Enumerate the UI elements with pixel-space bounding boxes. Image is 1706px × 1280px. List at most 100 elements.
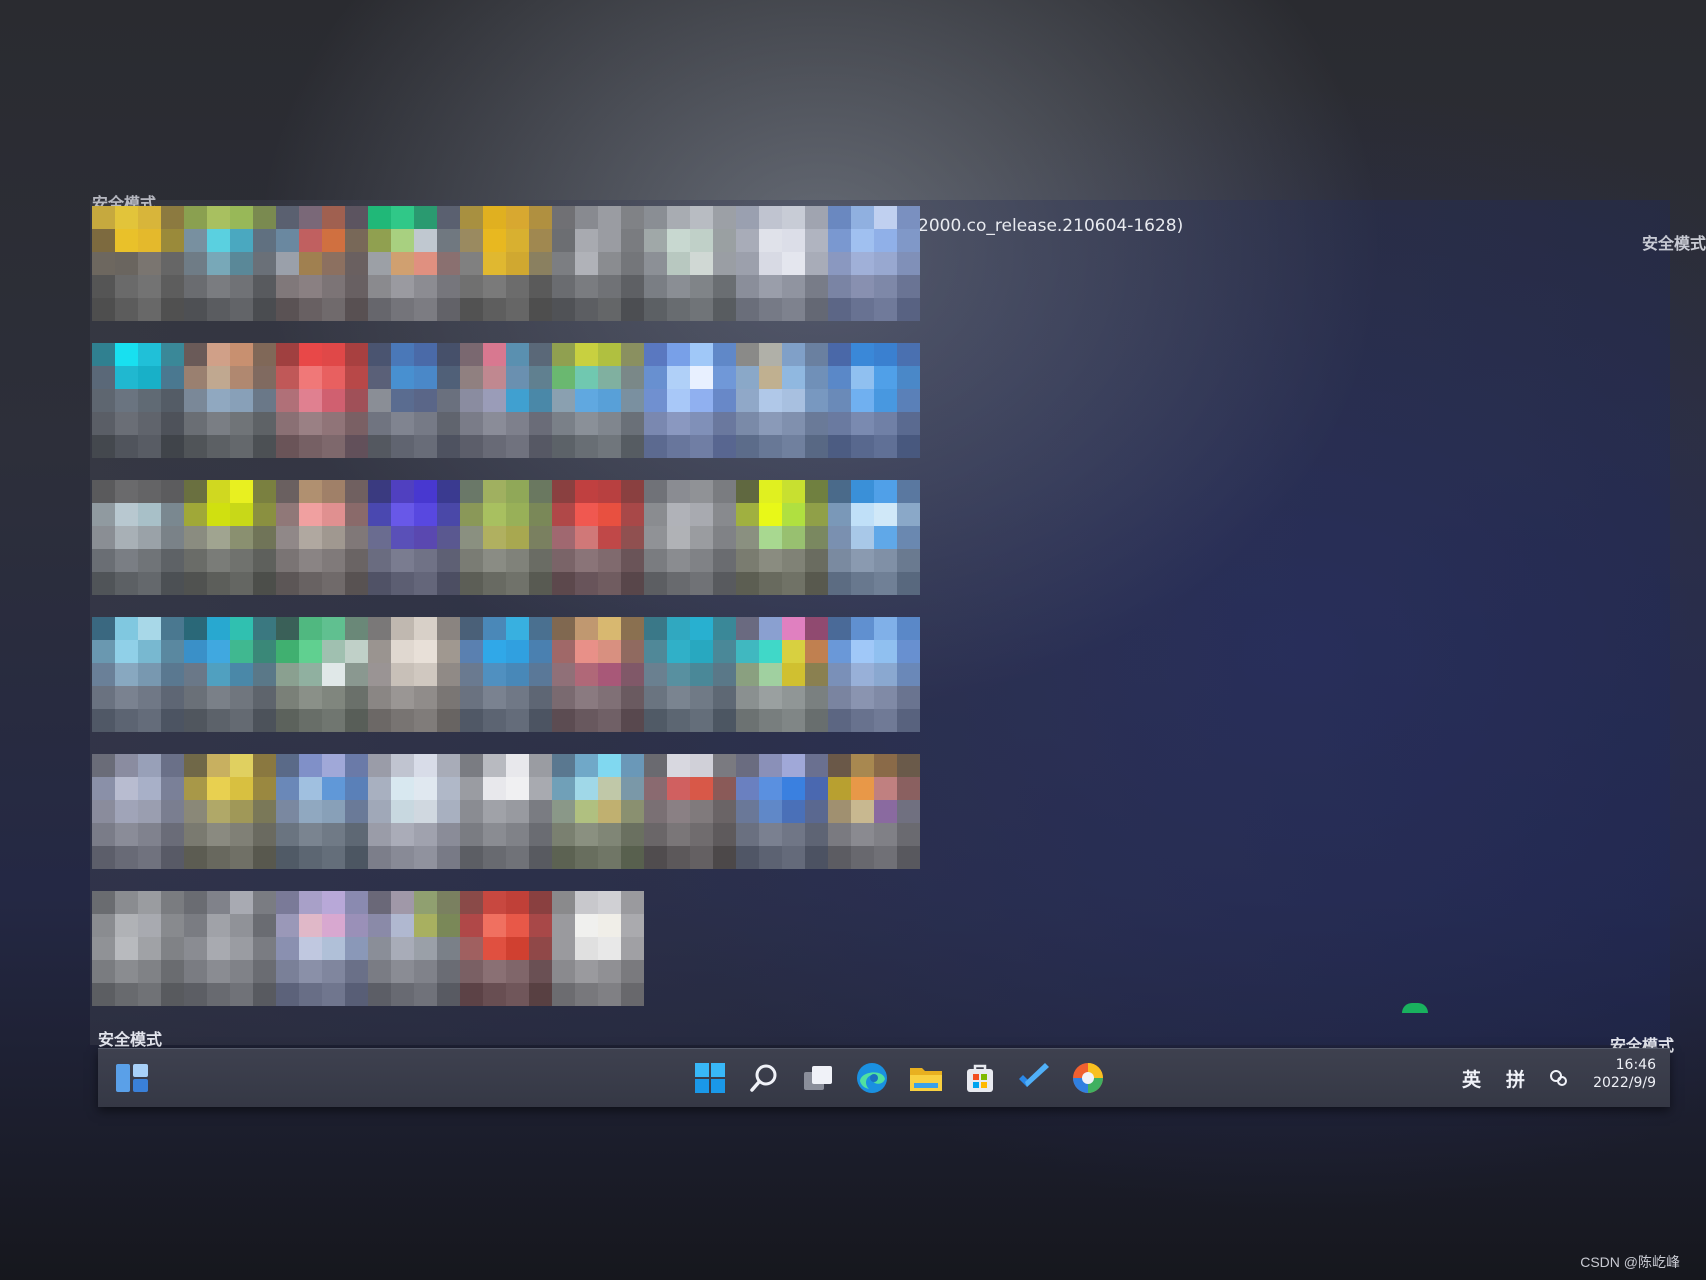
- desktop-icon[interactable]: [184, 611, 276, 754]
- pixel-block: [713, 480, 736, 503]
- desktop-icon[interactable]: [736, 474, 828, 617]
- pixel-block: [851, 617, 874, 640]
- pixel-block: [115, 914, 138, 937]
- desktop-icon[interactable]: [828, 611, 920, 754]
- desktop-icon[interactable]: [276, 885, 368, 1028]
- file-explorer-button[interactable]: [906, 1058, 946, 1098]
- desktop-icon[interactable]: [184, 885, 276, 1028]
- desktop-icon[interactable]: [276, 474, 368, 617]
- search-button[interactable]: [744, 1058, 784, 1098]
- desktop-icon[interactable]: [368, 748, 460, 891]
- desktop-icon[interactable]: [92, 474, 184, 617]
- desktop-icon[interactable]: [552, 611, 644, 754]
- ime-indicator[interactable]: 拼: [1506, 1065, 1525, 1092]
- language-indicator[interactable]: 英: [1462, 1065, 1481, 1092]
- colorful-app-button[interactable]: [1068, 1058, 1108, 1098]
- desktop-icon[interactable]: [736, 337, 828, 480]
- pixel-block: [575, 617, 598, 640]
- pixel-block: [460, 709, 483, 732]
- desktop-icon[interactable]: [460, 200, 552, 343]
- start-button[interactable]: [690, 1058, 730, 1098]
- task-view-button[interactable]: [798, 1058, 838, 1098]
- pixel-block: [759, 754, 782, 777]
- desktop-icon[interactable]: [460, 885, 552, 1028]
- desktop-icon[interactable]: [368, 337, 460, 480]
- desktop-icon[interactable]: [644, 337, 736, 480]
- pixel-block: [874, 229, 897, 252]
- pixel-block: [253, 800, 276, 823]
- desktop-icon[interactable]: [276, 611, 368, 754]
- desktop-icon[interactable]: [368, 885, 460, 1028]
- desktop-icon[interactable]: [368, 200, 460, 343]
- desktop-icon[interactable]: [828, 337, 920, 480]
- pixel-block: [207, 914, 230, 937]
- pixel-block: [621, 343, 644, 366]
- desktop-icon[interactable]: [552, 474, 644, 617]
- store-button[interactable]: [960, 1058, 1000, 1098]
- desktop-icon[interactable]: [552, 748, 644, 891]
- pixel-block: [851, 846, 874, 869]
- desktop-icon[interactable]: [276, 200, 368, 343]
- desktop-icon[interactable]: [184, 337, 276, 480]
- pixel-block: [667, 617, 690, 640]
- pixel-block: [391, 549, 414, 572]
- desktop-icon[interactable]: [184, 200, 276, 343]
- todo-button[interactable]: [1014, 1058, 1054, 1098]
- pixel-block: [345, 617, 368, 640]
- pixel-block: [115, 252, 138, 275]
- pixel-block: [230, 252, 253, 275]
- pixel-block: [552, 366, 575, 389]
- network-tray-button[interactable]: [1544, 1058, 1574, 1098]
- pixel-block: [92, 229, 115, 252]
- desktop-icon[interactable]: [92, 200, 184, 343]
- desktop-icon[interactable]: [552, 337, 644, 480]
- desktop-icon[interactable]: [644, 200, 736, 343]
- desktop-icon[interactable]: [552, 885, 644, 1028]
- desktop-icon[interactable]: [828, 200, 920, 343]
- desktop-icon[interactable]: [644, 748, 736, 891]
- pixel-block: [161, 709, 184, 732]
- clock[interactable]: 16:46 2022/9/9: [1593, 1056, 1656, 1092]
- desktop-icon[interactable]: [460, 337, 552, 480]
- pixel-block: [598, 526, 621, 549]
- pixel-block: [575, 412, 598, 435]
- desktop-icon[interactable]: [276, 748, 368, 891]
- edge-button[interactable]: [852, 1058, 892, 1098]
- pixel-block: [805, 435, 828, 458]
- pixel-block: [575, 663, 598, 686]
- desktop-icon[interactable]: [92, 748, 184, 891]
- desktop-icon[interactable]: [644, 474, 736, 617]
- pixel-block: [483, 823, 506, 846]
- pixel-block: [713, 777, 736, 800]
- desktop-icon[interactable]: [460, 748, 552, 891]
- desktop-icon[interactable]: [184, 748, 276, 891]
- pixel-block: [552, 640, 575, 663]
- pixel-block: [713, 503, 736, 526]
- desktop-icon[interactable]: [552, 200, 644, 343]
- desktop-icon[interactable]: [92, 611, 184, 754]
- desktop-icon[interactable]: [92, 885, 184, 1028]
- desktop-icon[interactable]: [460, 474, 552, 617]
- pixel-block: [345, 366, 368, 389]
- pixel-block: [575, 709, 598, 732]
- desktop-icon[interactable]: [644, 611, 736, 754]
- desktop-icon[interactable]: [276, 337, 368, 480]
- pixel-block: [621, 480, 644, 503]
- desktop-icon[interactable]: [368, 611, 460, 754]
- widgets-button[interactable]: [112, 1058, 152, 1098]
- desktop-icon[interactable]: [460, 611, 552, 754]
- pixel-block: [92, 663, 115, 686]
- pixel-block: [207, 549, 230, 572]
- desktop-icon[interactable]: [828, 474, 920, 617]
- pixel-block: [598, 480, 621, 503]
- pixel-block: [460, 480, 483, 503]
- desktop-icon[interactable]: [368, 474, 460, 617]
- desktop-icon[interactable]: [736, 611, 828, 754]
- desktop-icon[interactable]: [184, 474, 276, 617]
- desktop-icon[interactable]: [736, 200, 828, 343]
- pixel-block: [621, 229, 644, 252]
- desktop-icon[interactable]: [828, 748, 920, 891]
- pixel-block: [437, 572, 460, 595]
- desktop-icon[interactable]: [736, 748, 828, 891]
- desktop-icon[interactable]: [92, 337, 184, 480]
